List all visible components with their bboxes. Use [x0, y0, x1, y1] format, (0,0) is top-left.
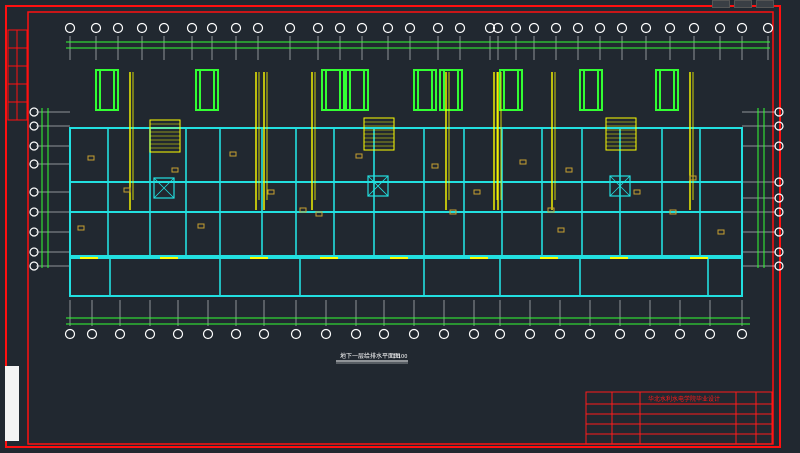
close-icon[interactable] — [756, 0, 774, 8]
maximize-icon[interactable] — [734, 0, 752, 8]
binding-strip — [7, 29, 28, 121]
building-walls — [69, 127, 743, 297]
drawing-title: 地下一层给排水平面图 1:100 — [336, 352, 408, 364]
cad-drawing[interactable]: 地下一层给排水平面图 1:100 华北水利水电学院毕业设计 — [0, 0, 800, 453]
side-panel[interactable] — [5, 366, 19, 441]
title-block-project: 华北水利水电学院毕业设计 — [648, 395, 720, 403]
drawing-title-text: 地下一层给排水平面图 — [340, 352, 400, 360]
grid-axes-bottom — [64, 300, 748, 340]
stair-cores — [149, 117, 637, 199]
drawing-scale-text: 1:100 — [393, 354, 407, 360]
grid-axes-left — [29, 107, 70, 271]
grid-axes-right — [742, 107, 784, 271]
minimize-icon[interactable] — [712, 0, 730, 8]
cad-canvas[interactable]: 地下一层给排水平面图 1:100 华北水利水电学院毕业设计 — [0, 0, 800, 453]
outer-frame — [5, 5, 781, 448]
